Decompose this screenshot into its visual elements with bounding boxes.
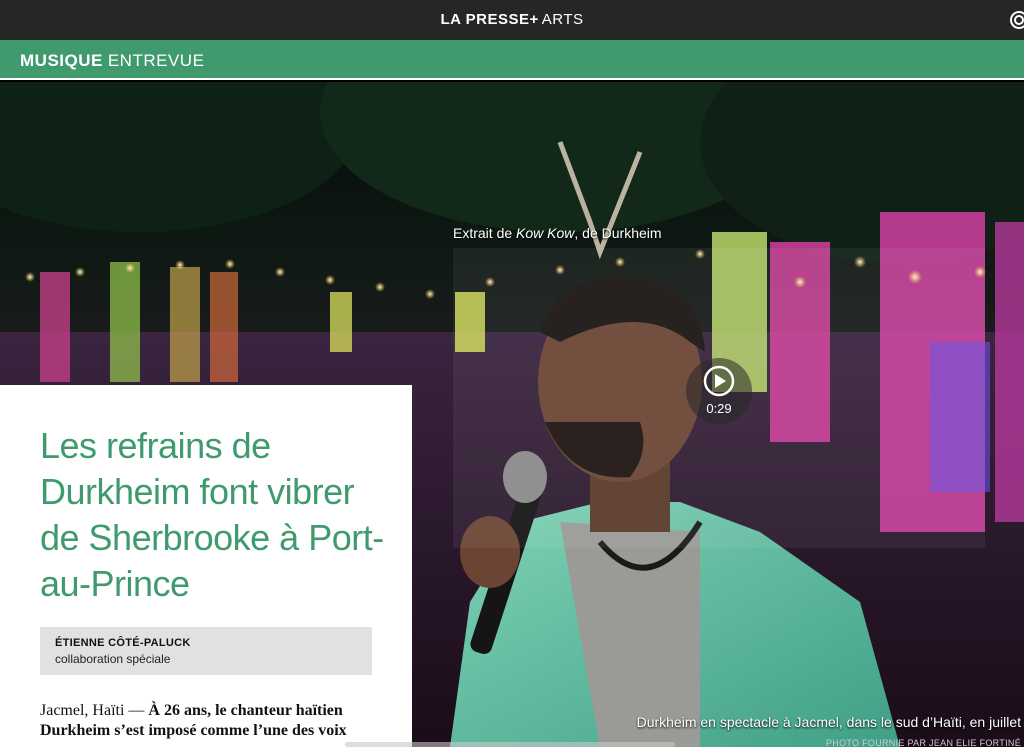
video-caption-title: Kow Kow [516,225,575,241]
section-type: ENTREVUE [107,51,205,70]
brand-logo[interactable]: LA PRESSE+ ARTS [0,11,1024,28]
author-name[interactable]: ÉTIENNE CÔTÉ-PALUCK [55,637,372,649]
section-bar: MUSIQUE ENTREVUE [0,40,1024,80]
article-card: Les refrains de Durkheim font vibrer de … [0,385,412,747]
video-caption-prefix: Extrait de [453,225,517,241]
brand-section: ARTS [541,11,584,28]
dateline: Jacmel, Haïti — [40,702,145,719]
video-duration: 0:29 [706,401,732,416]
article-headline: Les refrains de Durkheim font vibrer de … [40,425,384,604]
play-icon [703,365,735,397]
top-bar: LA PRESSE+ ARTS [0,0,1024,40]
section-category: MUSIQUE [20,51,103,70]
photo-credit: PHOTO FOURNIE PAR JEAN ELIE FORTINÉ [825,738,1021,747]
video-caption: Extrait de Kow Kow, de Durkheim [453,225,662,241]
byline: ÉTIENNE CÔTÉ-PALUCK collaboration spécia… [40,627,372,675]
photo-caption: Durkheim en spectacle à Jacmel, dans le … [636,714,1021,730]
author-role: collaboration spéciale [55,652,171,666]
article-lede: Jacmel, Haïti — À 26 ans, le chanteur ha… [40,701,380,741]
share-icon[interactable] [1008,9,1024,31]
video-caption-suffix: , de Durkheim [574,225,662,241]
play-button[interactable]: 0:29 [686,358,752,424]
brand-name: LA PRESSE+ [440,11,539,28]
scrollbar[interactable] [345,742,675,747]
section-label: MUSIQUE ENTREVUE [20,51,204,71]
